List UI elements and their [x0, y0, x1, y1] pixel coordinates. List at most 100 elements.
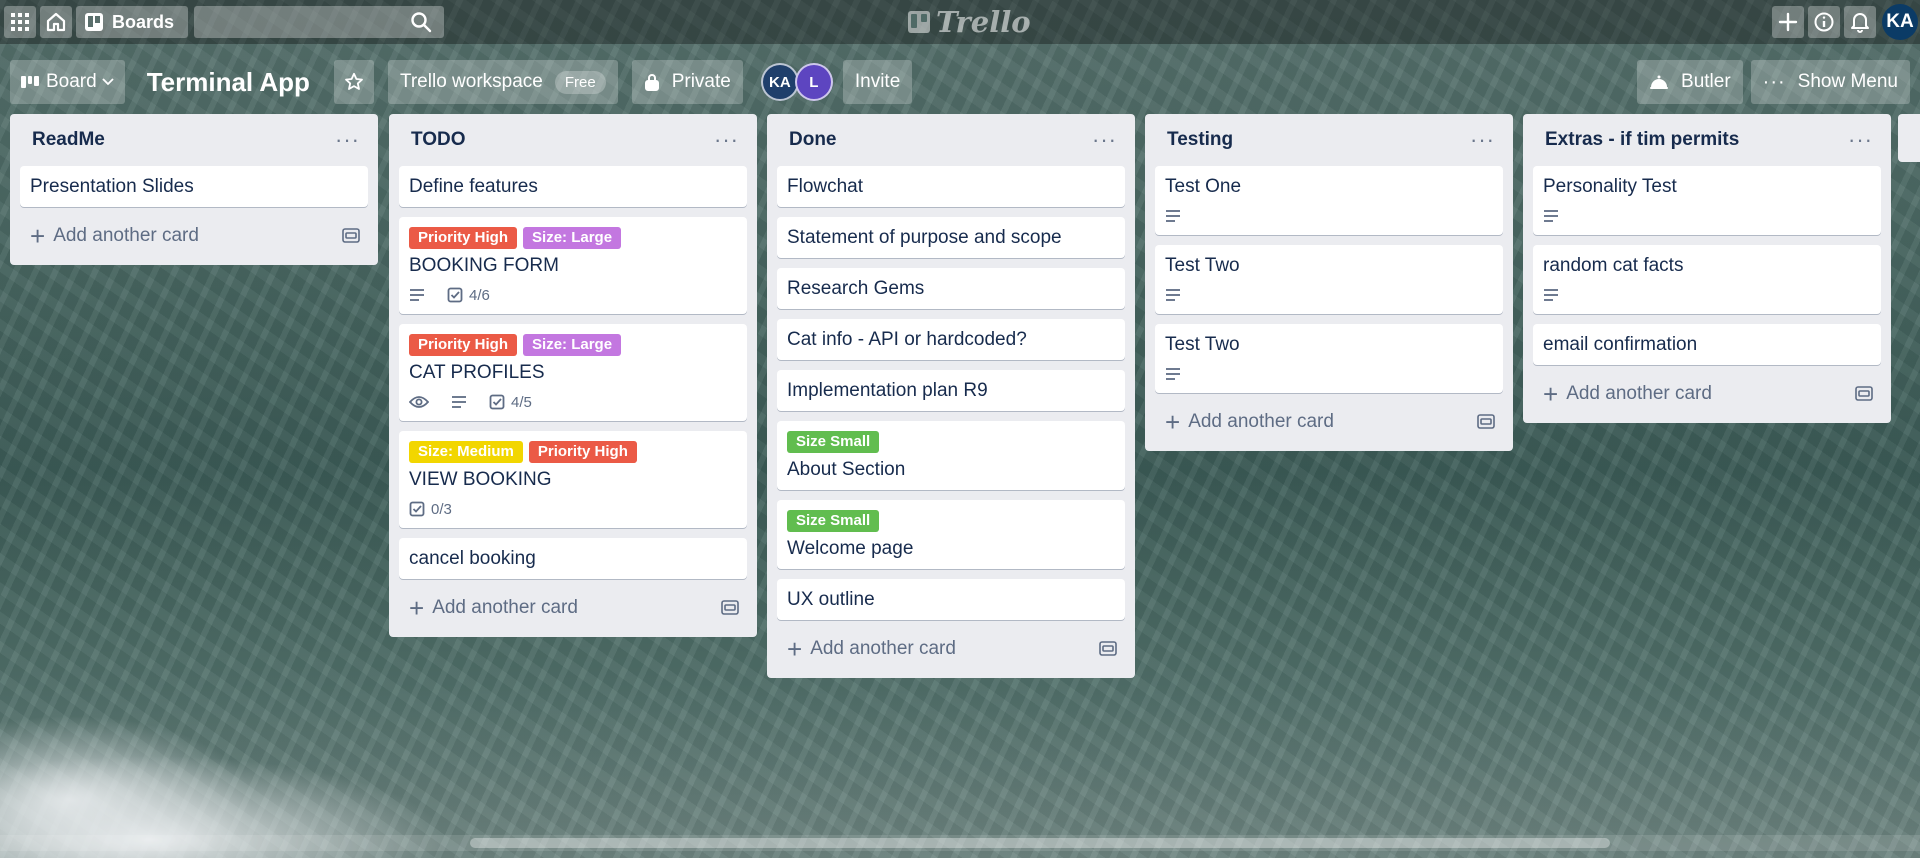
plus-icon	[1778, 12, 1798, 32]
information-button[interactable]	[1808, 6, 1840, 38]
plus-icon: +	[1543, 379, 1559, 409]
card[interactable]: Cat info - API or hardcoded?	[777, 319, 1125, 360]
search-icon	[411, 12, 432, 33]
header-actions: KA	[1772, 4, 1918, 40]
show-menu-button[interactable]: ··· Show Menu	[1750, 60, 1910, 104]
card[interactable]: UX outline	[777, 579, 1125, 620]
add-card-label-wrap: + Add another card	[787, 636, 956, 662]
list-menu-icon[interactable]: ···	[1470, 129, 1495, 151]
card-badges	[1165, 364, 1493, 384]
list-title[interactable]: Done	[789, 129, 837, 151]
apps-menu-button[interactable]	[4, 6, 36, 38]
card[interactable]: Test Two	[1155, 245, 1503, 314]
user-avatar[interactable]: KA	[1882, 4, 1918, 40]
card-labels: Size Small	[787, 510, 1115, 532]
card[interactable]: Define features	[399, 166, 747, 207]
card-badges	[1165, 206, 1493, 226]
card-title: BOOKING FORM	[409, 255, 559, 276]
boards-button[interactable]: Boards	[76, 6, 189, 38]
label-size-large[interactable]: Size: Large	[523, 334, 622, 356]
add-card-button[interactable]: + Add another card	[399, 589, 747, 627]
card[interactable]: Flowchat	[777, 166, 1125, 207]
label-priority-high[interactable]: Priority High	[528, 441, 637, 463]
horizontal-scrollbar[interactable]	[0, 835, 1920, 851]
template-icon[interactable]	[1855, 386, 1873, 402]
board-view-switcher[interactable]: Board	[10, 60, 125, 104]
add-card-label: Add another card	[432, 597, 578, 618]
description-icon	[1166, 368, 1180, 380]
search-input[interactable]	[194, 6, 445, 38]
template-icon[interactable]	[342, 228, 360, 244]
star-button[interactable]	[333, 60, 374, 104]
label-priority-high[interactable]: Priority High	[409, 227, 518, 249]
template-icon[interactable]	[721, 600, 739, 616]
card[interactable]: Size: Medium Priority High VIEW BOOKING …	[399, 431, 747, 528]
label-size-medium[interactable]: Size: Medium	[409, 441, 523, 463]
label-priority-high[interactable]: Priority High	[409, 334, 518, 356]
member-avatar[interactable]: L	[794, 63, 833, 101]
add-card-button[interactable]: + Add another card	[20, 217, 368, 255]
card-title: Test One	[1165, 176, 1242, 197]
home-icon	[46, 12, 66, 32]
card[interactable]: Test One	[1155, 166, 1503, 235]
label-size-small[interactable]: Size Small	[787, 431, 880, 453]
member-avatar[interactable]: KA	[760, 63, 799, 101]
card[interactable]: random cat facts	[1533, 245, 1881, 314]
invite-button[interactable]: Invite	[842, 60, 913, 104]
card-badges	[1165, 285, 1493, 305]
card-title: Test Two	[1165, 334, 1240, 355]
plus-icon: +	[1165, 407, 1181, 437]
card[interactable]: Statement of purpose and scope	[777, 217, 1125, 258]
add-card-button[interactable]: + Add another card	[777, 630, 1125, 668]
info-icon	[1814, 12, 1834, 32]
card[interactable]: Research Gems	[777, 268, 1125, 309]
description-icon	[1166, 210, 1180, 222]
checklist-icon	[409, 501, 425, 517]
card[interactable]: cancel booking	[399, 538, 747, 579]
notifications-button[interactable]	[1844, 6, 1876, 38]
butler-button[interactable]: Butler	[1637, 60, 1743, 104]
show-menu-label: Show Menu	[1797, 71, 1898, 92]
star-icon	[345, 72, 363, 90]
list-todo: TODO ··· Define features Priority High S…	[389, 114, 757, 637]
label-size-large[interactable]: Size: Large	[523, 227, 622, 249]
card[interactable]: Personality Test	[1533, 166, 1881, 235]
board-title[interactable]: Terminal App	[147, 67, 310, 98]
template-icon[interactable]	[1099, 641, 1117, 657]
watching-badge	[409, 395, 435, 409]
template-icon[interactable]	[1477, 414, 1495, 430]
create-button[interactable]	[1772, 6, 1804, 38]
description-badge	[409, 288, 431, 302]
card[interactable]: Implementation plan R9	[777, 370, 1125, 411]
visibility-button[interactable]: Private	[631, 60, 743, 104]
scrollbar-thumb[interactable]	[470, 838, 1610, 848]
card-badges	[1543, 206, 1871, 226]
list-title[interactable]: ReadMe	[32, 129, 105, 151]
card[interactable]: email confirmation	[1533, 324, 1881, 365]
card-title: Statement of purpose and scope	[787, 227, 1062, 248]
trello-logo[interactable]: Trello	[908, 5, 1031, 39]
more-dots-icon: ···	[1762, 70, 1786, 93]
card-labels: Priority High Size: Large	[409, 334, 737, 356]
card[interactable]: Size Small Welcome page	[777, 500, 1125, 569]
label-size-small[interactable]: Size Small	[787, 510, 880, 532]
list-menu-icon[interactable]: ···	[1848, 129, 1873, 151]
card-title: UX outline	[787, 589, 875, 610]
list-title[interactable]: Extras - if tim permits	[1545, 129, 1739, 151]
home-button[interactable]	[40, 6, 72, 38]
list-menu-icon[interactable]: ···	[1092, 129, 1117, 151]
list-title[interactable]: TODO	[411, 129, 466, 151]
card[interactable]: Priority High Size: Large BOOKING FORM 4…	[399, 217, 747, 314]
card[interactable]: Test Two	[1155, 324, 1503, 393]
list-menu-icon[interactable]: ···	[335, 129, 360, 151]
workspace-button[interactable]: Trello workspace Free	[387, 60, 618, 104]
list-menu-icon[interactable]: ···	[714, 129, 739, 151]
add-card-button[interactable]: + Add another card	[1155, 403, 1503, 441]
chevron-down-icon	[102, 78, 114, 86]
card[interactable]: Priority High Size: Large CAT PROFILES 4…	[399, 324, 747, 421]
list-title[interactable]: Testing	[1167, 129, 1233, 151]
board-view-label: Board	[46, 71, 97, 92]
card[interactable]: Size Small About Section	[777, 421, 1125, 490]
add-card-button[interactable]: + Add another card	[1533, 375, 1881, 413]
card[interactable]: Presentation Slides	[20, 166, 368, 207]
